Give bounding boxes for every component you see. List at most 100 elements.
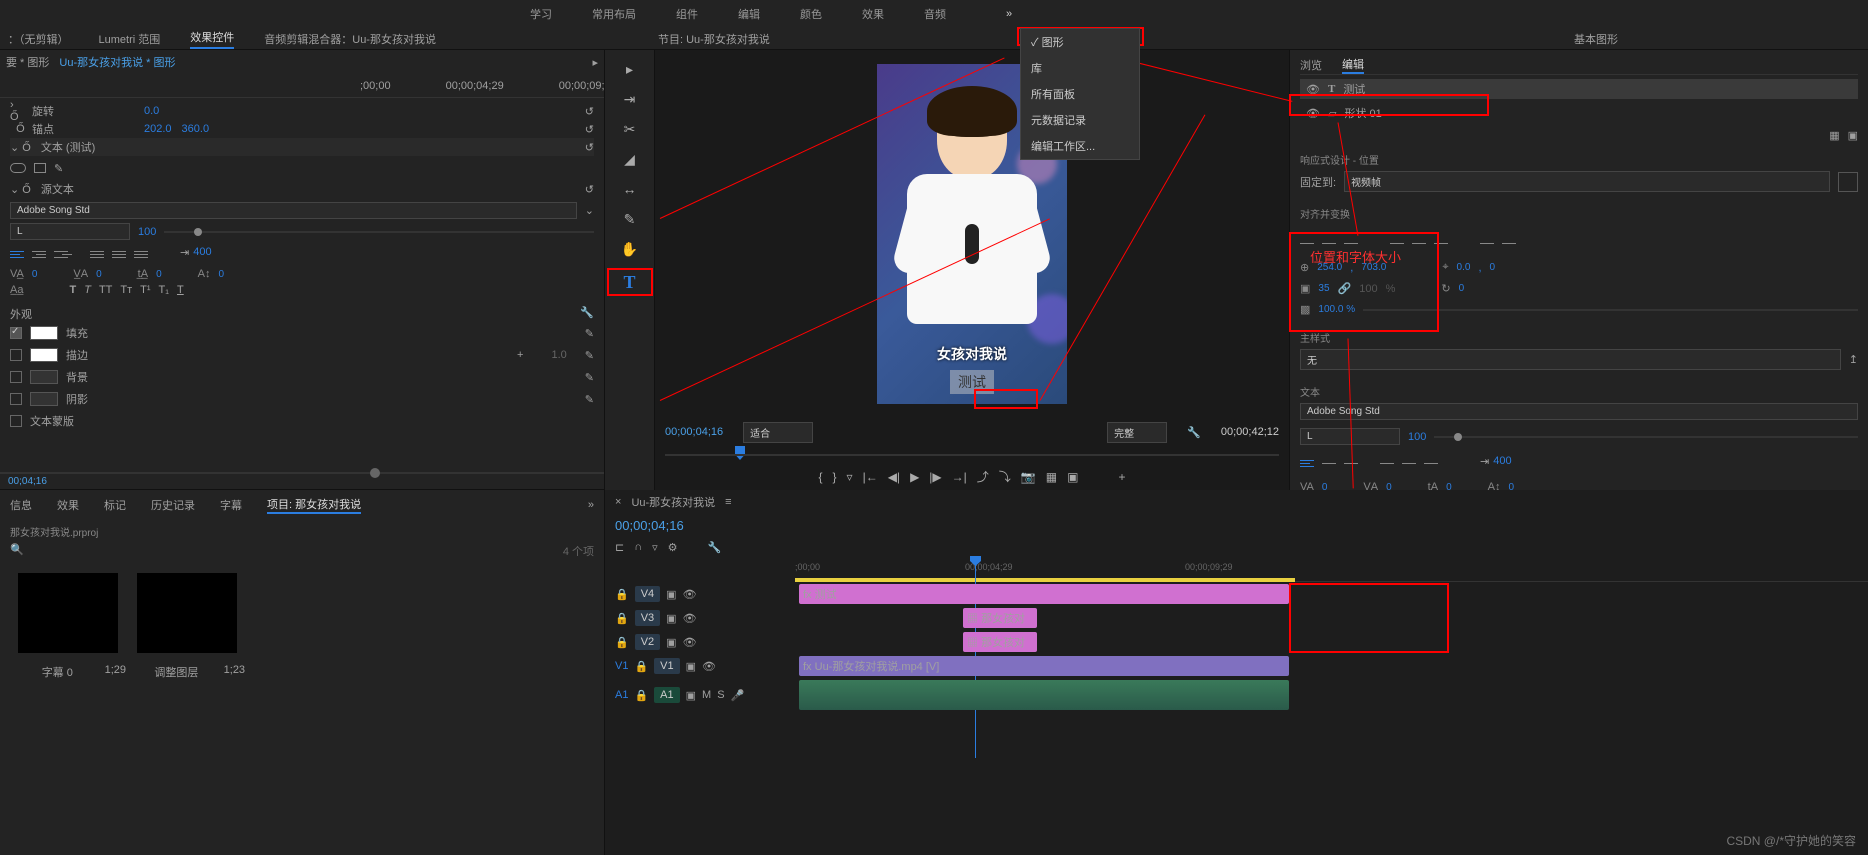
eye-icon[interactable]: 👁: [683, 588, 697, 601]
dist-v[interactable]: [1502, 235, 1520, 251]
eye-icon[interactable]: 👁: [1306, 83, 1320, 96]
prop-source-text[interactable]: 源文本: [41, 181, 74, 197]
track-v3[interactable]: V3: [635, 610, 660, 626]
step-back-icon[interactable]: ◀|: [888, 470, 900, 484]
shadow-checkbox[interactable]: [10, 393, 22, 405]
eyedropper-icon[interactable]: ✎: [585, 393, 594, 406]
lock-icon[interactable]: 🔒: [615, 588, 629, 601]
stroke-swatch[interactable]: [30, 348, 58, 362]
prop-text[interactable]: 文本 (测试): [41, 139, 95, 155]
opacity-value[interactable]: 100.0 %: [1318, 304, 1355, 315]
eg-align-just3[interactable]: [1424, 455, 1442, 471]
ripple-tool[interactable]: ✂: [619, 118, 641, 140]
tab-project[interactable]: 项目: 那女孩对我说: [267, 496, 361, 514]
upload-icon[interactable]: ↥: [1849, 353, 1858, 366]
tab-lumetri[interactable]: Lumetri 范围: [99, 31, 161, 47]
tab-audio-mixer[interactable]: 音频剪辑混合器：Uu-那女孩对我说: [264, 31, 436, 47]
pin-select[interactable]: 视频帧: [1344, 171, 1830, 192]
eyedropper-icon[interactable]: ✎: [585, 349, 594, 362]
eg-align-just2[interactable]: [1402, 455, 1420, 471]
tab-noclip[interactable]: ：（无剪辑）: [8, 31, 69, 47]
va2-value[interactable]: 0: [96, 269, 102, 280]
tab-history[interactable]: 历史记录: [151, 497, 195, 513]
eg-align-right[interactable]: [1344, 455, 1362, 471]
compare-icon[interactable]: ▦: [1046, 470, 1057, 484]
sequence-name[interactable]: Uu-那女孩对我说: [631, 494, 715, 510]
align-left[interactable]: [10, 246, 28, 262]
align-right[interactable]: [54, 246, 72, 262]
dd-graphics[interactable]: 图形: [1021, 29, 1139, 55]
wrench-icon[interactable]: 🔧: [1187, 426, 1201, 439]
tab-effect-controls[interactable]: 效果控件: [190, 29, 234, 49]
mark-out-icon[interactable]: }: [833, 470, 837, 484]
tab-program[interactable]: 节目: Uu-那女孩对我说: [658, 31, 770, 47]
ec-timecode[interactable]: 00;04;16: [0, 474, 604, 489]
track-v1[interactable]: V1: [654, 658, 679, 674]
clip-v4[interactable]: fx 测试: [799, 584, 1289, 604]
eye-icon[interactable]: 👁: [1306, 107, 1320, 120]
indent-value[interactable]: 400: [193, 246, 211, 262]
search-icon[interactable]: 🔍: [10, 543, 24, 559]
scrub-bar[interactable]: [665, 446, 1279, 464]
link-icon[interactable]: 🔗: [1338, 282, 1352, 295]
type-tool[interactable]: T: [607, 268, 653, 296]
bin-thumb-1[interactable]: [18, 573, 118, 653]
dd-metadata[interactable]: 元数据记录: [1021, 107, 1139, 133]
v-bot[interactable]: [1434, 235, 1452, 251]
dd-all-panels[interactable]: 所有面板: [1021, 81, 1139, 107]
eg-edit[interactable]: 编辑: [1342, 56, 1364, 74]
style-select[interactable]: 无: [1300, 349, 1841, 370]
allcaps-icon[interactable]: TT: [99, 284, 112, 296]
mute-button[interactable]: M: [702, 689, 711, 701]
new-layer-icon[interactable]: ▦: [1829, 129, 1839, 142]
eg-indent[interactable]: 400: [1493, 455, 1511, 471]
clip-v3[interactable]: ▦ 那女孩对我: [963, 608, 1037, 628]
prop-anchor[interactable]: 锚点: [32, 121, 54, 137]
anc-y[interactable]: 0: [1490, 262, 1496, 273]
superscript-icon[interactable]: T¹: [140, 284, 150, 296]
eg-size[interactable]: 100: [1408, 431, 1426, 443]
eg-font-select[interactable]: Adobe Song Std: [1300, 403, 1858, 420]
eg-va[interactable]: 0: [1322, 482, 1328, 491]
ec-source[interactable]: 要 * 图形: [6, 54, 49, 70]
selection-tool[interactable]: ▸: [619, 58, 641, 80]
settings-tl-icon[interactable]: ⚙: [668, 541, 678, 554]
bin-thumb-2[interactable]: [137, 573, 237, 653]
indent-icon[interactable]: ⇥: [1480, 455, 1489, 471]
v-mid[interactable]: [1412, 235, 1430, 251]
tab-essential-graphics[interactable]: 基本图形: [1574, 31, 1618, 47]
ec-time-ruler[interactable]: ;00;00 00;00;04;29 00;00;09;29 00;00;14;…: [0, 74, 604, 98]
mic-icon[interactable]: 🎤: [731, 689, 745, 702]
export-frame-icon[interactable]: 📷: [1021, 470, 1036, 484]
scale-value[interactable]: 35: [1318, 283, 1329, 294]
res-select[interactable]: 完整: [1107, 422, 1167, 443]
tab-markers[interactable]: 标记: [104, 497, 126, 513]
solo-button[interactable]: S: [717, 689, 724, 701]
align-center[interactable]: [32, 246, 50, 262]
align-top[interactable]: [90, 246, 108, 262]
stroke-width[interactable]: 1.0: [551, 349, 566, 361]
lock-icon[interactable]: 🔒: [615, 612, 629, 625]
marker-tl-icon[interactable]: ▿: [652, 541, 658, 554]
eg-browse[interactable]: 浏览: [1300, 57, 1322, 73]
ellipse-icon[interactable]: [10, 163, 26, 173]
clip-a1[interactable]: [799, 680, 1289, 710]
menu-effects[interactable]: 效果: [862, 6, 884, 22]
lock-icon[interactable]: 🔒: [634, 689, 648, 702]
ec-clip[interactable]: Uu-那女孩对我说 * 图形: [59, 54, 175, 70]
mask-checkbox[interactable]: [10, 415, 22, 427]
wrench-icon[interactable]: 🔧: [708, 541, 722, 554]
anchor-y[interactable]: 360.0: [182, 123, 210, 135]
weight-select[interactable]: L: [10, 223, 130, 240]
stroke-checkbox[interactable]: [10, 349, 22, 361]
subtitle-2[interactable]: 测试: [950, 370, 994, 394]
extract-icon[interactable]: ⤵: [999, 468, 1011, 485]
eg-ld[interactable]: 0: [1508, 482, 1514, 491]
link-sel-icon[interactable]: ∩: [634, 541, 642, 554]
menu-learn[interactable]: 学习: [530, 6, 552, 22]
subscript-icon[interactable]: T₁: [159, 284, 169, 296]
lift-icon[interactable]: ⤴: [977, 468, 989, 485]
ta-value[interactable]: 0: [156, 269, 162, 280]
slip-tool[interactable]: ↔: [619, 178, 641, 200]
tab-info[interactable]: 信息: [10, 497, 32, 513]
